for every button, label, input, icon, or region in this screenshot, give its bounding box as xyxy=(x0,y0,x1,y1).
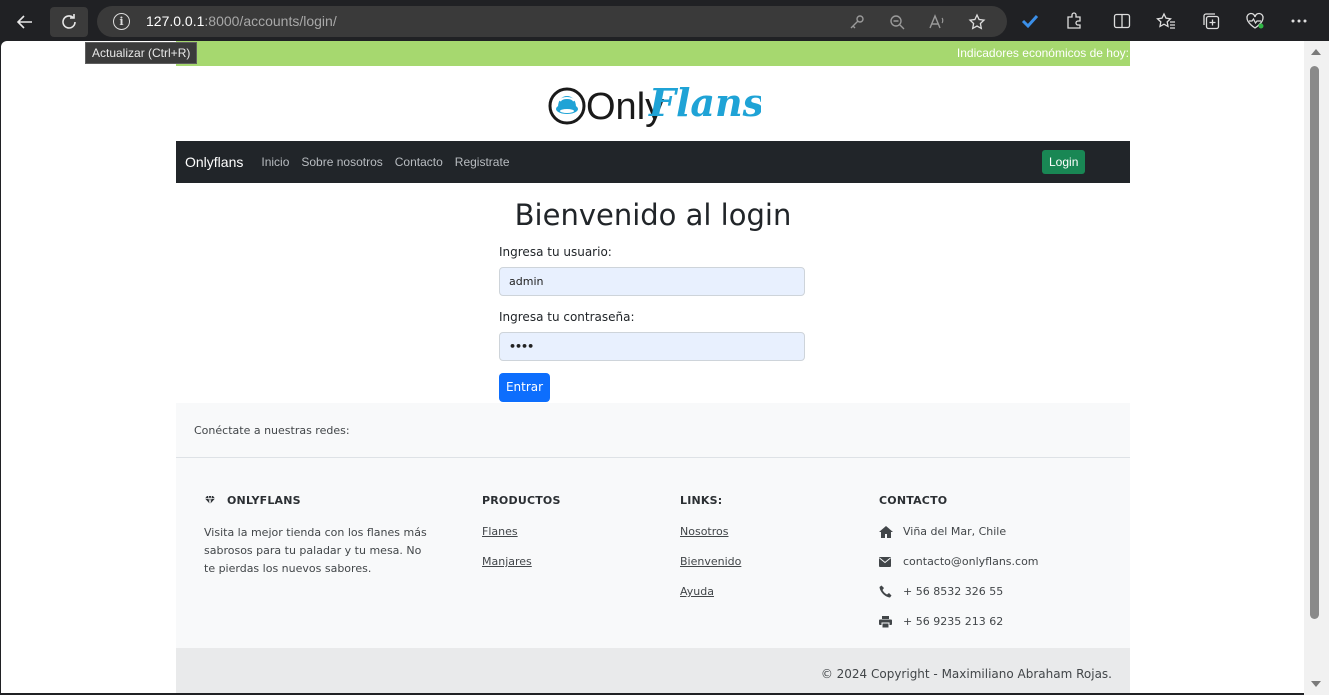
footer-link-flanes[interactable]: Flanes xyxy=(482,523,561,540)
browser-toolbar: i 127.0.0.1:8000/accounts/login/ xyxy=(0,0,1329,41)
gem-icon xyxy=(204,495,216,508)
back-button[interactable] xyxy=(10,7,40,37)
back-arrow-icon xyxy=(16,15,32,29)
economic-indicators-bar: Indicadores económicos de hoy: xyxy=(176,41,1130,66)
submit-button[interactable]: Entrar xyxy=(499,373,550,402)
footer-links-heading: LINKS: xyxy=(680,494,723,507)
footer-contact-column: CONTACTO Viña del Mar, Chile contacto@on… xyxy=(879,494,1039,643)
contact-email: contacto@onlyflans.com xyxy=(879,553,1039,570)
extensions-icon[interactable] xyxy=(1063,10,1085,32)
reload-button[interactable] xyxy=(50,7,88,37)
social-section: Conéctate a nuestras redes: xyxy=(176,403,1130,458)
footer-contact-heading: CONTACTO xyxy=(879,494,948,507)
footer-brand-heading: ONLYFLANS xyxy=(204,494,434,508)
address-bar[interactable]: i 127.0.0.1:8000/accounts/login/ xyxy=(97,6,1007,37)
page-container: Indicadores económicos de hoy: Only Flan… xyxy=(176,41,1130,693)
svg-text:Flans: Flans xyxy=(648,80,761,125)
onlyflans-logo: Only Flans xyxy=(548,80,761,128)
favorites-icon[interactable] xyxy=(1155,10,1177,32)
footer-link-bienvenido[interactable]: Bienvenido xyxy=(680,553,741,570)
login-button[interactable]: Login xyxy=(1042,150,1086,174)
footer-products-column: PRODUCTOS Flanes Manjares xyxy=(482,494,561,583)
footer-link-nosotros[interactable]: Nosotros xyxy=(680,523,741,540)
envelope-icon xyxy=(879,556,903,567)
home-icon xyxy=(879,525,903,538)
phone-icon xyxy=(879,585,903,598)
scroll-up-arrow-icon[interactable] xyxy=(1311,49,1321,55)
password-input[interactable]: •••• xyxy=(499,332,805,361)
footer-brand-column: ONLYFLANS Visita la mejor tienda con los… xyxy=(204,494,434,578)
scrollbar-thumb[interactable] xyxy=(1310,66,1319,619)
collections-icon[interactable] xyxy=(1200,10,1222,32)
site-info-icon[interactable]: i xyxy=(113,13,130,30)
site-logo: Only Flans xyxy=(176,66,1130,141)
footer-brand-text: Visita la mejor tienda con los flanes má… xyxy=(204,526,427,575)
url-text[interactable]: 127.0.0.1:8000/accounts/login/ xyxy=(146,13,337,29)
copyright: © 2024 Copyright - Maximiliano Abraham R… xyxy=(176,648,1130,693)
browser-essentials-icon[interactable] xyxy=(1244,10,1266,32)
more-menu-icon[interactable] xyxy=(1288,10,1310,32)
contact-fax: + 56 9235 213 62 xyxy=(879,613,1039,630)
reload-icon xyxy=(62,14,76,29)
username-label: Ingresa tu usuario: xyxy=(499,245,612,259)
read-aloud-icon[interactable] xyxy=(927,12,947,32)
reload-tooltip: Actualizar (Ctrl+R) xyxy=(85,42,198,64)
footer-columns: ONLYFLANS Visita la mejor tienda con los… xyxy=(176,458,1130,648)
zoom-out-icon[interactable] xyxy=(887,12,907,32)
nav-link-registrate[interactable]: Registrate xyxy=(455,155,510,169)
footer-links-column: LINKS: Nosotros Bienvenido Ayuda xyxy=(680,494,741,613)
password-label: Ingresa tu contraseña: xyxy=(499,310,635,324)
key-icon[interactable] xyxy=(847,12,867,32)
page-title: Bienvenido al login xyxy=(514,198,792,232)
page-scrollbar[interactable] xyxy=(1304,41,1329,695)
contact-address: Viña del Mar, Chile xyxy=(879,523,1039,540)
scroll-down-arrow-icon[interactable] xyxy=(1311,681,1321,687)
check-extension-icon[interactable] xyxy=(1019,10,1041,32)
username-input[interactable]: admin xyxy=(499,267,805,296)
site-footer: Conéctate a nuestras redes: ONLYFLANS Vi… xyxy=(176,403,1130,693)
nav-link-inicio[interactable]: Inicio xyxy=(261,155,289,169)
main-navbar: Onlyflans Inicio Sobre nosotros Contacto… xyxy=(176,141,1130,183)
footer-link-manjares[interactable]: Manjares xyxy=(482,553,561,570)
contact-phone: + 56 8532 326 55 xyxy=(879,583,1039,600)
navbar-brand[interactable]: Onlyflans xyxy=(185,154,243,170)
split-screen-icon[interactable] xyxy=(1111,10,1133,32)
print-icon xyxy=(879,615,903,628)
nav-link-sobre-nosotros[interactable]: Sobre nosotros xyxy=(301,155,382,169)
footer-link-ayuda[interactable]: Ayuda xyxy=(680,583,741,600)
page-viewport: Indicadores económicos de hoy: Only Flan… xyxy=(1,41,1304,693)
nav-link-contacto[interactable]: Contacto xyxy=(395,155,443,169)
favorite-star-icon[interactable] xyxy=(967,12,987,32)
login-form: Bienvenido al login Ingresa tu usuario: … xyxy=(176,183,1130,403)
footer-products-heading: PRODUCTOS xyxy=(482,494,561,507)
